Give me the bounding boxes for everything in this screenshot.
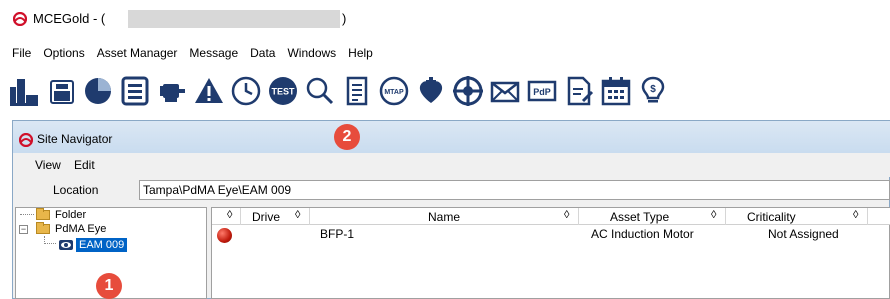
sort-icon[interactable]: ◊ [295, 209, 300, 221]
menu-windows[interactable]: Windows [282, 43, 343, 63]
window-title-close-paren: ) [342, 11, 347, 26]
column-header-name[interactable]: Name [428, 210, 460, 224]
column-header-criticality[interactable]: Criticality [747, 210, 796, 224]
column-separator [578, 208, 579, 225]
asset-grid: ◊ Drive ◊ Name ◊ Asset Type ◊ Criticalit… [211, 207, 890, 299]
location-row: Location Tampa\PdMA Eye\EAM 009 [13, 179, 890, 201]
site-navigator-menu: View Edit [13, 153, 890, 177]
tree-node-asset[interactable]: EAM 009 [58, 238, 128, 252]
tree-connector [44, 236, 56, 244]
column-separator [725, 208, 726, 225]
envelope-icon[interactable] [487, 74, 523, 108]
pdp-icon-label: PdP [533, 87, 551, 97]
grid-header: ◊ Drive ◊ Name ◊ Asset Type ◊ Criticalit… [212, 208, 890, 225]
menu-view[interactable]: View [35, 158, 61, 172]
folder-icon [36, 208, 50, 220]
tree-connector [20, 214, 34, 215]
callout-2: 2 [334, 124, 360, 150]
callout-1: 1 [96, 273, 122, 299]
mtap-icon[interactable]: MTAP [376, 74, 412, 108]
search-icon[interactable] [302, 74, 338, 108]
clock-icon[interactable] [228, 74, 264, 108]
column-header-asset-type[interactable]: Asset Type [610, 210, 669, 224]
svg-text:$: $ [650, 84, 656, 95]
collapse-icon[interactable]: − [19, 225, 28, 234]
menu-options[interactable]: Options [38, 43, 91, 63]
sort-icon[interactable]: ◊ [711, 209, 716, 221]
title-bar: MCEGold - ( ) [0, 0, 890, 34]
motor-icon[interactable] [154, 74, 190, 108]
test-icon-label: TEST [271, 87, 295, 97]
menu-file[interactable]: File [0, 43, 38, 63]
site-navigator-title-bar: Site Navigator [13, 121, 890, 153]
toolbar: TEST MTAP PdP $ [0, 66, 890, 116]
eye-icon [59, 240, 73, 250]
tree-node-site[interactable]: PdMA Eye [36, 222, 106, 236]
window-title: MCEGold - ( [33, 11, 106, 26]
document-edit-icon[interactable] [561, 74, 597, 108]
column-separator [309, 208, 310, 225]
folder-icon [36, 222, 50, 234]
notepad-icon[interactable] [339, 74, 375, 108]
sort-icon[interactable]: ◊ [564, 209, 569, 221]
app-logo-icon [19, 133, 33, 147]
column-separator [240, 208, 241, 225]
menu-data[interactable]: Data [245, 43, 282, 63]
menu-message[interactable]: Message [184, 43, 245, 63]
pie-chart-icon[interactable] [80, 74, 116, 108]
printer-icon[interactable] [43, 74, 79, 108]
pdp-icon[interactable]: PdP [524, 74, 560, 108]
menu-help[interactable]: Help [343, 43, 380, 63]
warning-icon[interactable] [191, 74, 227, 108]
column-separator [867, 208, 868, 225]
location-label: Location [53, 183, 99, 197]
cell-name: BFP-1 [320, 227, 355, 241]
app-logo-icon [13, 12, 27, 26]
site-navigator-title: Site Navigator [37, 132, 113, 146]
sort-icon[interactable]: ◊ [853, 209, 858, 221]
table-row[interactable]: BFP-1 AC Induction Motor Not Assigned [212, 226, 890, 243]
menu-bar: File Options Asset Manager Message Data … [0, 43, 380, 63]
target-icon[interactable] [450, 74, 486, 108]
mtap-icon-label: MTAP [384, 89, 404, 96]
cell-asset-type: AC Induction Motor [591, 227, 694, 241]
location-field[interactable]: Tampa\PdMA Eye\EAM 009 [139, 180, 890, 200]
menu-edit[interactable]: Edit [74, 158, 95, 172]
status-red-icon [217, 228, 232, 243]
equipment-icon[interactable] [6, 74, 42, 108]
site-navigator-window: Site Navigator View Edit Location Tampa\… [12, 120, 890, 299]
cell-criticality: Not Assigned [768, 227, 839, 241]
list-icon[interactable] [117, 74, 153, 108]
tree-node-folder[interactable]: Folder [36, 208, 86, 222]
menu-asset-manager[interactable]: Asset Manager [92, 43, 185, 63]
heart-icon[interactable] [413, 74, 449, 108]
bulb-dollar-icon[interactable]: $ [635, 74, 671, 108]
column-header-drive[interactable]: Drive [252, 210, 280, 224]
tree-node-label: Folder [55, 209, 87, 221]
tree-node-selected-label: EAM 009 [76, 238, 128, 252]
test-icon[interactable]: TEST [265, 74, 301, 108]
sort-icon[interactable]: ◊ [227, 209, 232, 221]
redacted-title-text [128, 10, 340, 28]
tree-node-label: PdMA Eye [55, 223, 107, 235]
calendar-icon[interactable] [598, 74, 634, 108]
